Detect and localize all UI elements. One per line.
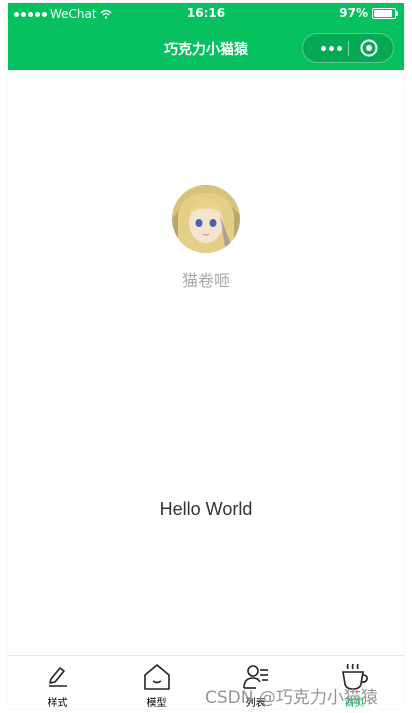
navigation-bar: 巧克力小猫猿 (8, 25, 404, 70)
more-dots-icon[interactable] (313, 34, 349, 62)
user-avatar[interactable] (172, 185, 240, 253)
capsule-divider (348, 41, 349, 56)
user-nickname: 猫卷咂 (181, 271, 230, 290)
status-right: 97% (339, 6, 398, 20)
tab-label-style: 样式 (47, 698, 68, 709)
tab-model[interactable]: 模型 (107, 656, 206, 709)
status-bar: WeChat 16:16 97% (8, 3, 404, 25)
tab-label-model: 模型 (146, 698, 167, 709)
greeting-text: Hello World (159, 499, 253, 519)
phone-frame: WeChat 16:16 97% 巧克力小猫猿 猫卷咂 Hello World … (8, 3, 404, 709)
edit-pen-icon (48, 667, 67, 687)
target-close-icon[interactable] (359, 38, 379, 58)
battery-percent: 97% (339, 6, 368, 20)
tab-style[interactable]: 样式 (8, 656, 107, 709)
battery-icon (372, 7, 398, 19)
watermark-text: CSDN @巧克力小猫猿 (205, 688, 378, 708)
capsule-menu (302, 33, 394, 63)
avatar-image (172, 185, 240, 253)
home-icon (143, 664, 170, 690)
